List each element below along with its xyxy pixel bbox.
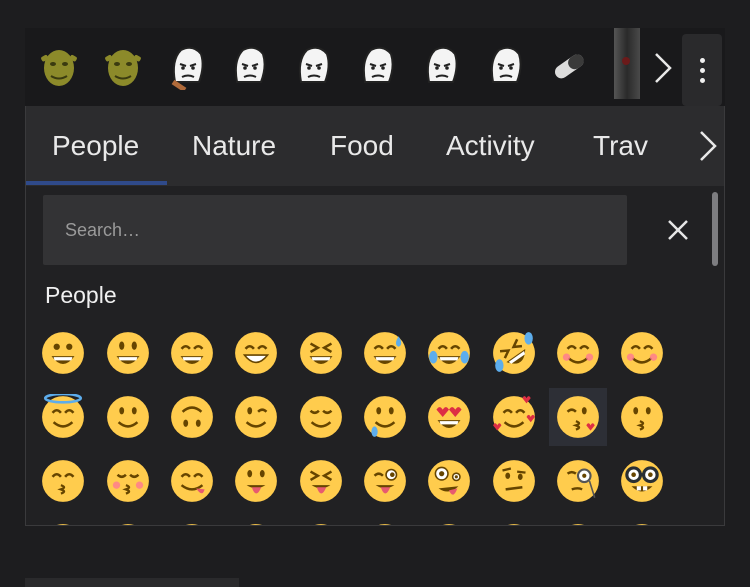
tab-nature[interactable]: Nature (192, 106, 276, 186)
face-blowing-kiss-icon[interactable] (549, 388, 607, 446)
sticker-list (25, 28, 640, 106)
emoji-picker-window: People Nature Food Activity Trav People (0, 0, 750, 587)
face-with-monocle-icon[interactable] (549, 452, 607, 510)
active-tab-indicator (26, 181, 167, 185)
winking-face-tongue-icon[interactable] (356, 452, 414, 510)
winking-face-icon[interactable] (227, 388, 285, 446)
tab-travel[interactable]: Trav (593, 106, 648, 186)
emoji-panel: People Nature Food Activity Trav People (25, 106, 725, 526)
face-raised-eyebrow-icon[interactable] (485, 452, 543, 510)
close-icon[interactable] (662, 214, 694, 246)
bottom-bar (25, 578, 239, 587)
grinning-face-icon[interactable] (34, 324, 92, 382)
emoji-partial-row-icon[interactable] (99, 516, 157, 525)
smiling-face-hearts-icon[interactable] (485, 388, 543, 446)
shrek-sticker-icon[interactable] (99, 40, 147, 92)
tab-people[interactable]: People (52, 106, 139, 186)
sticker-bar (25, 28, 725, 106)
emoji-partial-row-icon[interactable] (292, 516, 350, 525)
emoji-partial-row-icon[interactable] (420, 516, 478, 525)
emoji-partial-row-icon[interactable] (356, 516, 414, 525)
heart-eyes-face-icon[interactable] (420, 388, 478, 446)
kissing-face-closed-eyes-icon[interactable] (99, 452, 157, 510)
emoji-partial-row-icon[interactable] (227, 516, 285, 525)
face-tears-of-joy-icon[interactable] (420, 324, 478, 382)
emoji-grid (26, 324, 724, 525)
glasses-wojak-sticker-icon[interactable] (353, 40, 401, 92)
emoji-partial-row-icon[interactable] (163, 516, 221, 525)
nerd-face-icon[interactable] (613, 452, 671, 510)
smiling-face-with-tear-icon[interactable] (356, 388, 414, 446)
crying-wojak-sticker-icon[interactable] (163, 40, 211, 92)
rolling-on-floor-laughing-icon[interactable] (485, 324, 543, 382)
thinking-wojak-sticker-icon[interactable] (481, 40, 529, 92)
pill-sticker-icon[interactable] (545, 40, 593, 92)
smiling-face-icon[interactable] (549, 324, 607, 382)
tab-food[interactable]: Food (330, 106, 394, 186)
shrek-sticker-icon[interactable] (35, 40, 83, 92)
emoji-partial-row-icon[interactable] (613, 516, 671, 525)
beaming-face-icon[interactable] (227, 324, 285, 382)
face-with-tongue-icon[interactable] (227, 452, 285, 510)
zany-face-icon[interactable] (420, 452, 478, 510)
emoji-partial-row-icon[interactable] (485, 516, 543, 525)
crying-wojak-sticker-icon[interactable] (225, 40, 273, 92)
emoji-partial-row-icon[interactable] (34, 516, 92, 525)
section-title: People (45, 282, 117, 308)
category-tabs: People Nature Food Activity Trav (26, 106, 724, 186)
upside-down-face-icon[interactable] (163, 388, 221, 446)
smiling-face-halo-icon[interactable] (34, 388, 92, 446)
chevron-right-icon[interactable] (645, 46, 681, 90)
face-savoring-food-icon[interactable] (163, 452, 221, 510)
dark-sticker-icon[interactable] (603, 28, 640, 99)
search-field[interactable] (43, 195, 627, 265)
wojak-sticker-icon[interactable] (289, 40, 337, 92)
kissing-face-smiling-eyes-icon[interactable] (34, 452, 92, 510)
grinning-squinting-face-icon[interactable] (292, 324, 350, 382)
relieved-face-icon[interactable] (292, 388, 350, 446)
squinting-face-tongue-icon[interactable] (292, 452, 350, 510)
smiling-face-smiling-eyes-icon[interactable] (613, 324, 671, 382)
grinning-face-sweat-icon[interactable] (356, 324, 414, 382)
emoji-partial-row-icon[interactable] (549, 516, 607, 525)
more-vertical-icon[interactable] (682, 34, 722, 106)
search-input[interactable] (65, 219, 627, 241)
grinning-face-big-eyes-icon[interactable] (99, 324, 157, 382)
kissing-face-icon[interactable] (613, 388, 671, 446)
tab-activity[interactable]: Activity (446, 106, 535, 186)
grinning-face-smiling-eyes-icon[interactable] (163, 324, 221, 382)
scrollbar[interactable] (712, 192, 718, 266)
chevron-right-icon[interactable] (690, 124, 724, 168)
slightly-smiling-face-icon[interactable] (99, 388, 157, 446)
lying-wojak-sticker-icon[interactable] (417, 40, 465, 92)
